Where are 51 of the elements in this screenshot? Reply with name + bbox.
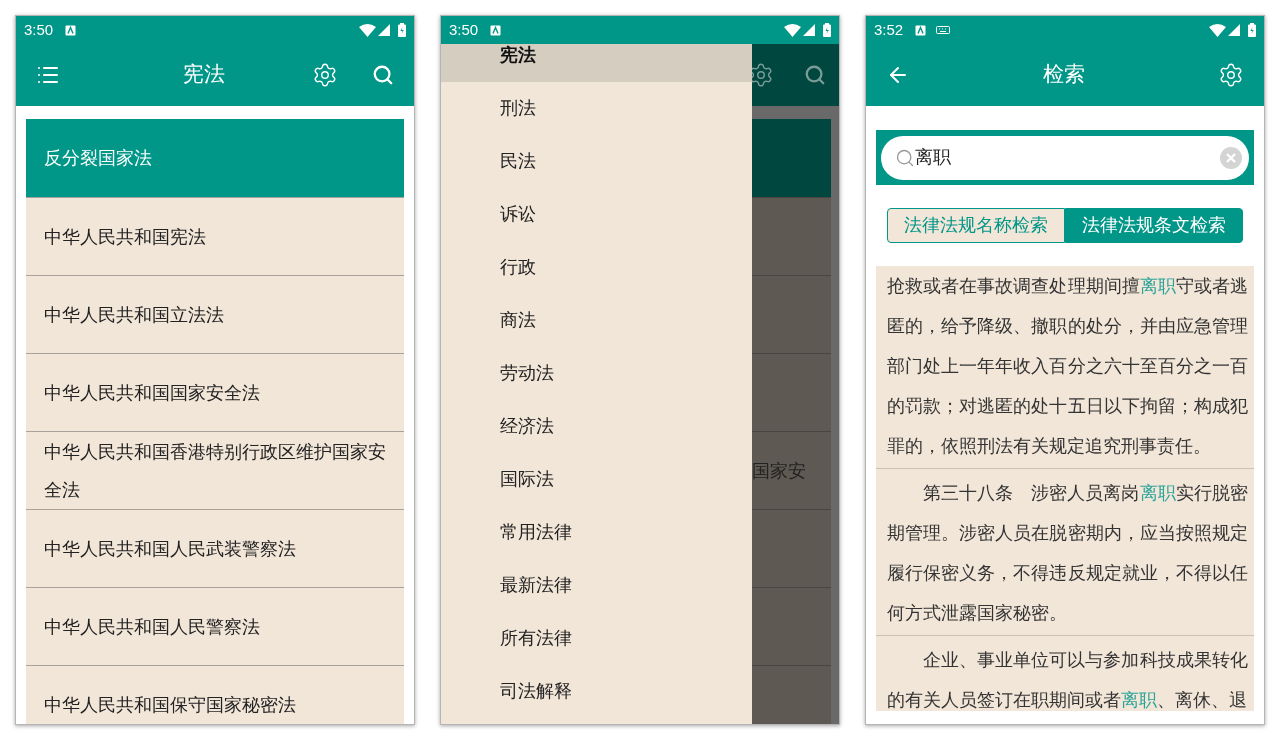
law-list-item[interactable]: 中华人民共和国人民武装警察法 <box>26 509 404 587</box>
search-mode-tab[interactable]: 法律法规条文检索 <box>1065 208 1243 243</box>
drawer-item[interactable]: 劳动法 <box>441 347 752 400</box>
status-time: 3:50 <box>24 19 54 40</box>
law-list-item[interactable]: 中华人民共和国香港特别行政区维护国家安全法 <box>26 431 404 509</box>
keyboard-icon <box>936 26 951 34</box>
drawer-item[interactable]: 国际法 <box>441 453 752 506</box>
notification-icon <box>915 24 927 36</box>
drawer-item[interactable]: 商法 <box>441 294 752 347</box>
drawer-item[interactable]: 民法 <box>441 135 752 188</box>
status-time: 3:50 <box>449 19 479 40</box>
law-list-item[interactable]: 中华人民共和国人民警察法 <box>26 587 404 665</box>
search-icon <box>804 64 826 86</box>
status-time: 3:52 <box>874 19 904 40</box>
search-icon[interactable] <box>372 64 394 86</box>
wifi-icon <box>784 23 801 37</box>
drawer-item[interactable]: 经济法 <box>441 400 752 453</box>
wifi-icon <box>359 23 376 37</box>
drawer-item[interactable]: 宪法 <box>441 44 752 82</box>
drawer-item[interactable]: 刑法 <box>441 82 752 135</box>
result-paragraph[interactable]: 第三十八条 涉密人员离岗离职实行脱密期管理。涉密人员在脱密期内，应当按照规定履行保密义务，不得违反规定就业，不得以任何方式泄露国家秘密。 <box>876 468 1254 635</box>
law-list-item[interactable]: 中华人民共和国立法法 <box>26 275 404 353</box>
toolbar-title: 检索 <box>1042 61 1086 89</box>
signal-icon <box>1228 24 1240 36</box>
search-icon <box>895 147 915 168</box>
search-field[interactable]: 离职 <box>881 135 1249 180</box>
drawer-item[interactable]: 最新法律 <box>441 559 752 612</box>
battery-icon <box>398 23 406 37</box>
toolbar-title: 宪法 <box>182 61 226 89</box>
result-paragraph[interactable]: 企业、事业单位可以与参加科技成果转化的有关人员签订在职期间或者离职、离休、退 <box>876 635 1254 711</box>
law-list-item[interactable]: 反分裂国家法 <box>26 119 404 197</box>
drawer-item[interactable]: 行政 <box>441 241 752 294</box>
notification-icon <box>490 24 502 36</box>
law-list-item[interactable]: 中华人民共和国国家安全法 <box>26 353 404 431</box>
law-list-item[interactable]: 中华人民共和国保守国家秘密法 <box>26 665 404 724</box>
settings-icon[interactable] <box>1218 62 1244 88</box>
dimmed-list-row: 国家安 <box>752 431 831 509</box>
drawer-item[interactable]: 所有法律 <box>441 612 752 665</box>
settings-icon <box>752 62 774 88</box>
result-paragraph[interactable]: 抢救或者在事故调查处理期间擅离职守或者逃匿的，给予降级、撤职的处分，并由应急管理部门处上一年年收入百分之六十至百分之一百的罚款；对逃匿的处十五日以下拘留；构成犯罪的，依照刑法有关规定追究刑事责任。 <box>876 266 1254 468</box>
law-list-item[interactable]: 中华人民共和国宪法 <box>26 197 404 275</box>
signal-icon <box>378 24 390 36</box>
drawer-item[interactable]: 常用法律 <box>441 506 752 559</box>
drawer-item[interactable]: 司法解释 <box>441 665 752 718</box>
settings-icon[interactable] <box>312 62 338 88</box>
wifi-icon <box>1209 23 1226 37</box>
drawer-item[interactable]: 诉讼 <box>441 188 752 241</box>
battery-icon <box>1248 23 1256 37</box>
battery-icon <box>823 23 831 37</box>
notification-icon <box>65 24 77 36</box>
signal-icon <box>803 24 815 36</box>
